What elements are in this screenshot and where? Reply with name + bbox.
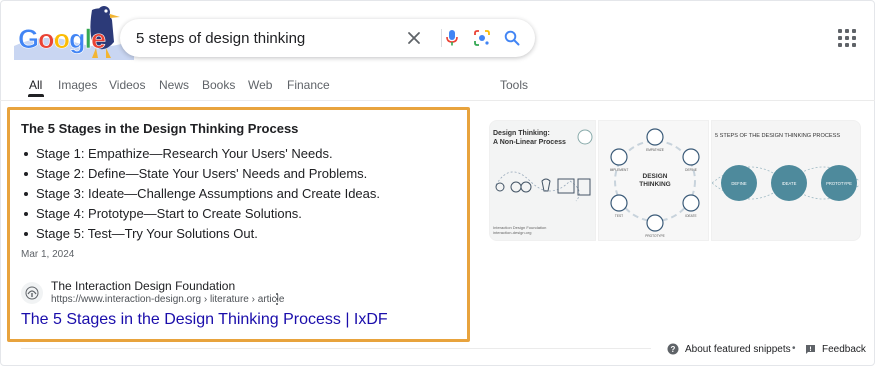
img2-label-implement: IMPLEMENT: [610, 168, 629, 172]
img1-title-line1: Design Thinking:: [493, 130, 550, 137]
img3-circle-define: DEFINE: [731, 181, 747, 186]
img2-label-define: DEFINE: [685, 168, 697, 172]
more-options-icon[interactable]: [274, 293, 280, 305]
help-icon: ?: [667, 343, 679, 355]
google-doodle-logo[interactable]: Google: [14, 2, 134, 60]
footer-separator: •: [792, 343, 796, 354]
img3-circle-ideate: IDEATE: [782, 181, 797, 186]
list-item: Stage 3: Ideate—Challenge Assumptions an…: [21, 184, 380, 204]
tab-web[interactable]: Web: [248, 78, 272, 92]
feedback-link[interactable]: Feedback: [804, 343, 866, 355]
img2-label-test: TEST: [615, 214, 623, 218]
logo-text: Google: [18, 24, 107, 55]
img3-circle-prototype: PROTOTYPE: [826, 181, 852, 186]
image-thumbnail-1[interactable]: Design Thinking: A Non-Linear Process In…: [489, 120, 596, 241]
search-tabs: All Images Videos News Books Web Finance…: [0, 74, 875, 100]
footer-divider: [21, 348, 651, 349]
img1-title-line2: A Non-Linear Process: [493, 139, 566, 146]
tab-all[interactable]: All: [29, 78, 42, 92]
image-thumbnail-2[interactable]: DESIGN THINKING EMPATHIZE DEFINE IDEATE …: [598, 120, 709, 241]
google-lens-icon[interactable]: [471, 27, 493, 49]
img2-label-ideate: IDEATE: [685, 214, 696, 218]
feedback-icon: [804, 343, 816, 355]
tab-images[interactable]: Images: [58, 78, 97, 92]
img2-label-prototype: PROTOTYPE: [645, 234, 665, 238]
tab-books[interactable]: Books: [202, 78, 235, 92]
about-featured-snippets-label: About featured snippets: [685, 343, 791, 355]
clear-icon[interactable]: [403, 27, 425, 49]
img2-center-line2: THINKING: [639, 181, 670, 188]
svg-text:?: ?: [671, 345, 676, 354]
search-input[interactable]: [136, 27, 416, 49]
snippet-steps-list: Stage 1: Empathize—Research Your Users' …: [21, 144, 380, 244]
tools-button[interactable]: Tools: [500, 78, 528, 92]
snippet-title: The 5 Stages in the Design Thinking Proc…: [21, 121, 299, 136]
source-name[interactable]: The Interaction Design Foundation: [51, 279, 235, 293]
feedback-label: Feedback: [822, 343, 866, 355]
list-item: Stage 5: Test—Try Your Solutions Out.: [21, 224, 380, 244]
google-apps-icon[interactable]: [838, 29, 856, 47]
source-url[interactable]: https://www.interaction-design.org › lit…: [51, 294, 284, 305]
result-title-link[interactable]: The 5 Stages in the Design Thinking Proc…: [21, 311, 388, 329]
search-icon[interactable]: [501, 27, 523, 49]
tab-news[interactable]: News: [159, 78, 189, 92]
about-featured-snippets-link[interactable]: ? About featured snippets: [667, 343, 791, 355]
search-box: [120, 19, 535, 57]
header: Google: [0, 0, 875, 72]
tabs-divider: [0, 100, 875, 101]
active-tab-indicator: [28, 94, 44, 97]
snippet-date: Mar 1, 2024: [21, 249, 75, 260]
list-item: Stage 2: Define—State Your Users' Needs …: [21, 164, 380, 184]
source-favicon-icon[interactable]: [21, 282, 43, 304]
img2-label-empathize: EMPATHIZE: [646, 148, 664, 152]
microphone-icon[interactable]: [441, 27, 463, 49]
list-item: Stage 4: Prototype—Start to Create Solut…: [21, 204, 380, 224]
image-thumbnail-3[interactable]: 5 STEPS OF THE DESIGN THINKING PROCESS D…: [711, 120, 861, 241]
img2-center-line1: DESIGN: [643, 173, 668, 180]
tab-finance[interactable]: Finance: [287, 78, 330, 92]
tab-videos[interactable]: Videos: [109, 78, 145, 92]
img1-caption-line2: interaction-design.org: [493, 230, 531, 235]
img3-title: 5 STEPS OF THE DESIGN THINKING PROCESS: [715, 133, 840, 139]
list-item: Stage 1: Empathize—Research Your Users' …: [21, 144, 380, 164]
